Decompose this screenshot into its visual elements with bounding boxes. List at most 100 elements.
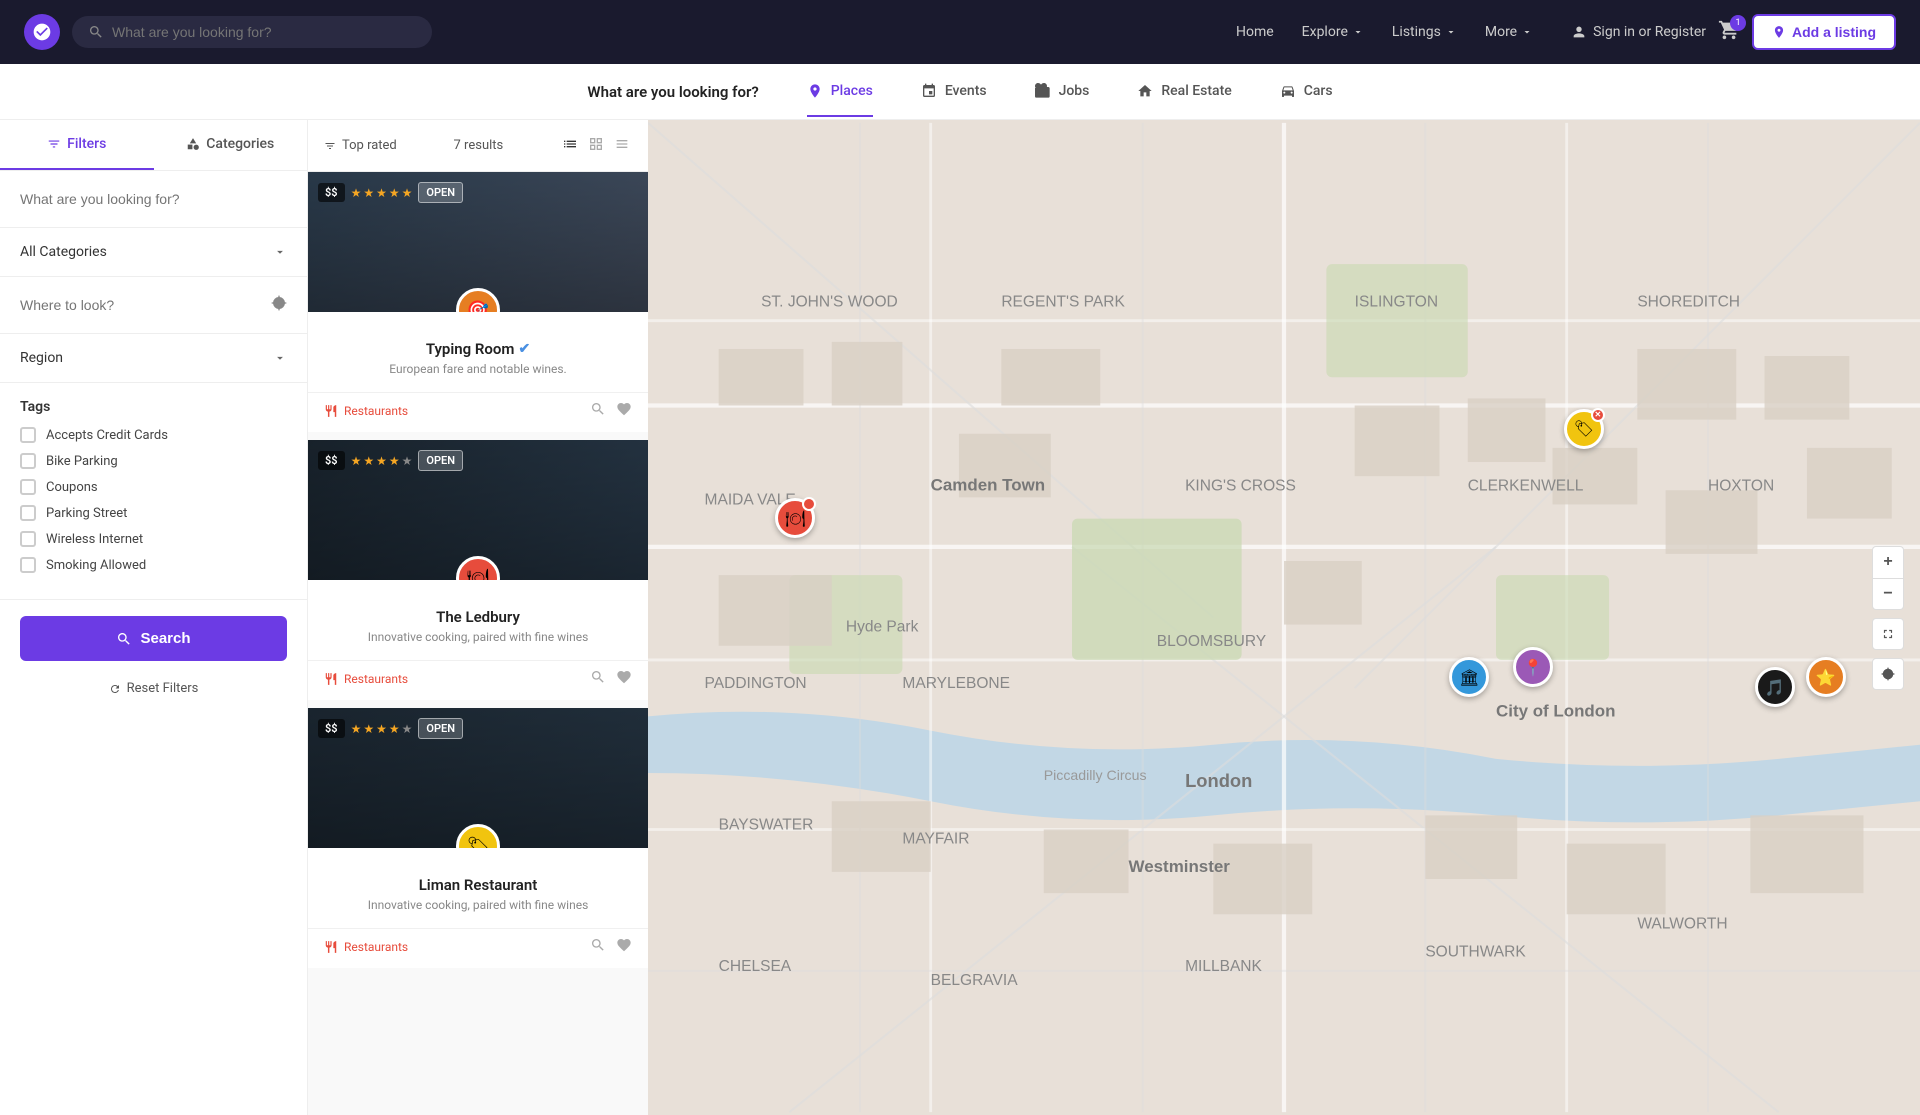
listing-category-1: Restaurants <box>324 404 408 418</box>
top-navigation: Home Explore Listings More Sign in or Re… <box>0 0 1920 64</box>
listing-search-3[interactable] <box>590 937 606 956</box>
site-logo[interactable] <box>24 14 60 50</box>
tag-checkbox-smoking-allowed[interactable] <box>20 557 36 573</box>
listing-card-3[interactable]: $$ ★★★★★ OPEN 🏷 Liman Restaurant Innovat… <box>308 708 648 968</box>
listing-desc-1: European fare and notable wines. <box>324 362 632 376</box>
listing-card-2[interactable]: $$ ★★★★★ OPEN 🍽 The Ledbury Innovative c… <box>308 440 648 700</box>
map-marker-1[interactable]: 🍽 <box>775 498 815 538</box>
map-area[interactable]: ST. JOHN'S WOOD REGENT'S PARK ISLINGTON … <box>648 120 1920 1115</box>
open-badge-1: OPEN <box>418 182 463 203</box>
view-compact-button[interactable] <box>612 134 632 157</box>
stars-2: ★★★★★ <box>351 454 413 468</box>
svg-text:ISLINGTON: ISLINGTON <box>1355 294 1438 311</box>
svg-text:Camden Town: Camden Town <box>931 475 1045 494</box>
listing-badges-2: $$ ★★★★★ OPEN <box>318 450 463 471</box>
sub-nav-events-label: Events <box>945 83 987 99</box>
listing-card-1[interactable]: $$ ★★★★★ OPEN 🎯 Typing Room ✔ European f… <box>308 172 648 432</box>
tag-label-wireless-internet: Wireless Internet <box>46 532 143 547</box>
nav-links: Home Explore Listings More <box>1226 16 1543 48</box>
cart-button[interactable]: 1 <box>1718 19 1740 45</box>
tag-checkbox-wireless-internet[interactable] <box>20 531 36 547</box>
svg-text:SOUTHWARK: SOUTHWARK <box>1425 944 1526 961</box>
reset-filters-button[interactable]: Reset Filters <box>0 677 307 700</box>
map-marker-6[interactable]: ⭐ <box>1806 657 1846 697</box>
sidebar-tab-categories[interactable]: Categories <box>154 120 308 170</box>
open-badge-3: OPEN <box>418 718 463 739</box>
sub-nav-cars[interactable]: Cars <box>1280 67 1333 117</box>
zoom-out-button[interactable]: − <box>1872 578 1904 610</box>
add-listing-button[interactable]: Add a listing <box>1752 14 1896 50</box>
categories-label: All Categories <box>20 244 107 260</box>
listing-search-2[interactable] <box>590 669 606 688</box>
listing-favorite-3[interactable] <box>616 937 632 956</box>
zoom-in-button[interactable]: + <box>1872 546 1904 578</box>
region-section: Region <box>0 334 307 383</box>
sidebar-tab-filters[interactable]: Filters <box>0 120 154 170</box>
svg-text:London: London <box>1185 770 1252 791</box>
view-list-button[interactable] <box>560 134 580 157</box>
tag-checkbox-coupons[interactable] <box>20 479 36 495</box>
listing-category-3: Restaurants <box>324 940 408 954</box>
view-grid-button[interactable] <box>586 134 606 157</box>
tag-accepts-credit-cards: Accepts Credit Cards <box>20 427 287 443</box>
cart-badge: 1 <box>1730 15 1746 31</box>
listing-actions-3 <box>590 937 632 956</box>
tag-checkbox-bike-parking[interactable] <box>20 453 36 469</box>
search-button[interactable]: Search <box>20 616 287 661</box>
listing-favorite-1[interactable] <box>616 401 632 420</box>
sub-nav-events[interactable]: Events <box>921 67 987 117</box>
listing-name-3: Liman Restaurant <box>324 876 632 894</box>
sub-nav-real-estate[interactable]: Real Estate <box>1137 67 1231 117</box>
nav-home[interactable]: Home <box>1226 16 1284 48</box>
svg-text:ST. JOHN'S WOOD: ST. JOHN'S WOOD <box>761 294 898 311</box>
tag-label-credit-cards: Accepts Credit Cards <box>46 428 168 443</box>
sub-nav-places[interactable]: Places <box>807 67 873 117</box>
svg-text:REGENT'S PARK: REGENT'S PARK <box>1001 294 1125 311</box>
tags-section: Tags Accepts Credit Cards Bike Parking C… <box>0 383 307 600</box>
tag-coupons: Coupons <box>20 479 287 495</box>
nav-search-bar[interactable] <box>72 16 432 48</box>
tag-checkbox-credit-cards[interactable] <box>20 427 36 443</box>
stars-1: ★★★★★ <box>351 186 413 200</box>
listing-badges-1: $$ ★★★★★ OPEN <box>318 182 463 203</box>
tag-checkbox-parking-street[interactable] <box>20 505 36 521</box>
nav-listings[interactable]: Listings <box>1382 16 1467 48</box>
svg-text:WALWORTH: WALWORTH <box>1637 915 1727 932</box>
sub-navigation: What are you looking for? Places Events … <box>0 64 1920 120</box>
locate-me-button[interactable] <box>1872 658 1904 690</box>
nav-explore[interactable]: Explore <box>1292 16 1374 48</box>
tags-title: Tags <box>20 399 287 415</box>
svg-text:MILLBANK: MILLBANK <box>1185 958 1262 975</box>
listing-badges-3: $$ ★★★★★ OPEN <box>318 718 463 739</box>
sidebar: Filters Categories All Categories <box>0 120 308 1115</box>
map-marker-5[interactable]: 🎵 <box>1755 667 1795 707</box>
locate-icon[interactable] <box>271 295 287 315</box>
tag-wireless-internet: Wireless Internet <box>20 531 287 547</box>
where-to-look-input[interactable] <box>20 293 271 317</box>
top-rated-filter[interactable]: Top rated <box>324 138 397 153</box>
price-badge-2: $$ <box>318 451 345 470</box>
open-badge-2: OPEN <box>418 450 463 471</box>
svg-text:PADDINGTON: PADDINGTON <box>705 675 807 692</box>
listing-favorite-2[interactable] <box>616 669 632 688</box>
region-dropdown[interactable]: Region <box>20 350 287 366</box>
nav-search-input[interactable] <box>112 24 416 40</box>
listing-actions-1 <box>590 401 632 420</box>
listing-search-1[interactable] <box>590 401 606 420</box>
svg-text:HOXTON: HOXTON <box>1708 477 1774 494</box>
svg-text:KING'S CROSS: KING'S CROSS <box>1185 477 1296 494</box>
sidebar-search-input[interactable] <box>20 187 287 211</box>
svg-text:Piccadilly Circus: Piccadilly Circus <box>1044 767 1147 783</box>
map-svg: ST. JOHN'S WOOD REGENT'S PARK ISLINGTON … <box>648 120 1920 1115</box>
nav-more[interactable]: More <box>1475 16 1543 48</box>
listing-body-2: The Ledbury Innovative cooking, paired w… <box>308 580 648 656</box>
svg-text:CHELSEA: CHELSEA <box>719 958 792 975</box>
sub-nav-jobs[interactable]: Jobs <box>1035 67 1090 117</box>
fullscreen-button[interactable] <box>1872 618 1904 650</box>
listing-body-3: Liman Restaurant Innovative cooking, pai… <box>308 848 648 924</box>
map-marker-2[interactable]: 🏷 ✕ <box>1564 409 1604 449</box>
listing-body-1: Typing Room ✔ European fare and notable … <box>308 312 648 388</box>
sign-in-button[interactable]: Sign in or Register <box>1559 16 1718 48</box>
price-badge-1: $$ <box>318 183 345 202</box>
categories-dropdown[interactable]: All Categories <box>20 244 287 260</box>
